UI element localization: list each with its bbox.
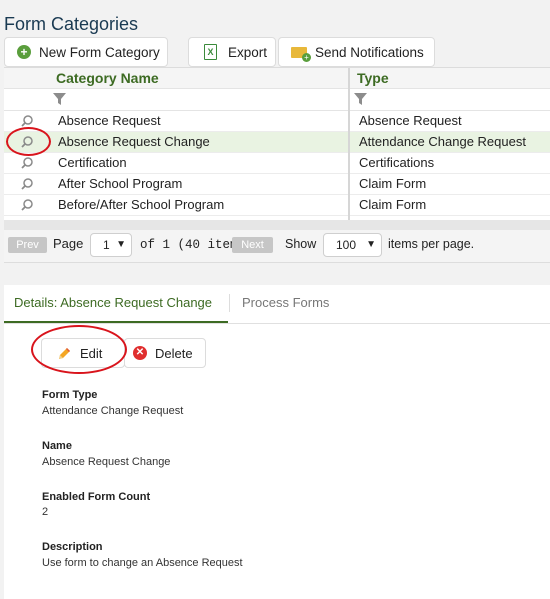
plus-circle-icon: + [17,45,31,59]
delete-label: Delete [155,345,193,361]
page-title: Form Categories [4,14,139,34]
pager: Prev Page 1 ▼ of 1 (40 items) Next Show … [4,230,550,263]
delete-circle-icon: ✕ [133,346,147,360]
enabled-form-count-value: 2 [42,506,49,518]
grid-header: Category Name Type [4,68,550,89]
cell-type: Certifications [359,155,435,170]
name-value: Absence Request Change [42,456,171,468]
cell-category-name: Certification [58,155,127,170]
column-header-category-name[interactable]: Category Name [56,68,159,88]
magnify-icon[interactable] [21,199,33,211]
chevron-down-icon: ▼ [366,239,376,250]
column-header-type[interactable]: Type [357,68,389,88]
form-categories-grid: Category Name Type Absence Request Absen… [4,67,550,231]
send-notifications-label: Send Notifications [315,44,424,60]
magnify-icon[interactable] [21,178,33,190]
description-value: Use form to change an Absence Request [42,557,243,569]
detail-tabs: Details: Absence Request Change Process … [4,285,550,324]
cell-type: Absence Request [359,113,462,128]
details-panel: Details: Absence Request Change Process … [4,285,550,599]
filter-icon[interactable] [354,93,367,105]
items-per-page-select[interactable]: 100 ▼ [323,233,382,257]
form-type-label: Form Type [42,389,98,401]
description-label: Description [42,541,103,553]
page-select[interactable]: 1 ▼ [90,233,132,257]
prev-page-button[interactable]: Prev [8,237,47,253]
cell-category-name: After School Program [58,176,183,191]
tab-divider [229,294,230,312]
send-notifications-button[interactable]: + Send Notifications [278,37,435,67]
table-row[interactable]: After School Program Claim Form [4,174,550,195]
edit-label: Edit [80,345,103,361]
filter-icon[interactable] [53,93,66,105]
table-row-selected[interactable]: Absence Request Change Attendance Change… [4,132,550,153]
items-per-page-label: items per page. [388,237,475,251]
page-select-value: 1 [103,238,110,252]
delete-button[interactable]: ✕ Delete [124,338,206,368]
cell-type: Claim Form [359,176,427,191]
table-row[interactable]: Certification Certifications [4,153,550,174]
cell-category-name: Absence Request [58,113,161,128]
new-form-category-button[interactable]: + New Form Category [4,37,168,67]
edit-button[interactable]: Edit [41,338,125,368]
envelope-plus-icon: + [291,46,311,62]
chevron-down-icon: ▼ [116,239,126,250]
magnify-icon[interactable] [21,157,33,169]
cell-category-name: Absence Request Change [58,134,210,149]
tab-details[interactable]: Details: Absence Request Change [4,285,228,323]
show-label: Show [285,237,317,251]
table-row[interactable]: Before/After School Program Claim Form [4,195,550,216]
excel-icon: X [204,44,217,60]
column-divider[interactable] [348,68,350,231]
new-form-category-label: New Form Category [39,44,160,60]
export-button[interactable]: X Export [188,37,276,67]
enabled-form-count-label: Enabled Form Count [42,491,151,503]
cell-category-name: Before/After School Program [58,197,225,212]
export-label: Export [228,44,268,60]
form-type-value: Attendance Change Request [42,405,184,417]
cell-type: Claim Form [359,197,427,212]
tab-process-forms[interactable]: Process Forms [242,285,329,323]
magnify-icon[interactable] [21,136,33,148]
filter-row [4,89,550,111]
magnify-icon[interactable] [21,115,33,127]
name-label: Name [42,440,72,452]
cell-type: Attendance Change Request [359,134,526,149]
items-per-page-value: 100 [336,238,357,252]
page-label: Page [53,236,84,251]
pencil-icon [59,347,70,359]
table-row[interactable]: Absence Request Absence Request [4,111,550,132]
next-page-button[interactable]: Next [232,237,273,253]
